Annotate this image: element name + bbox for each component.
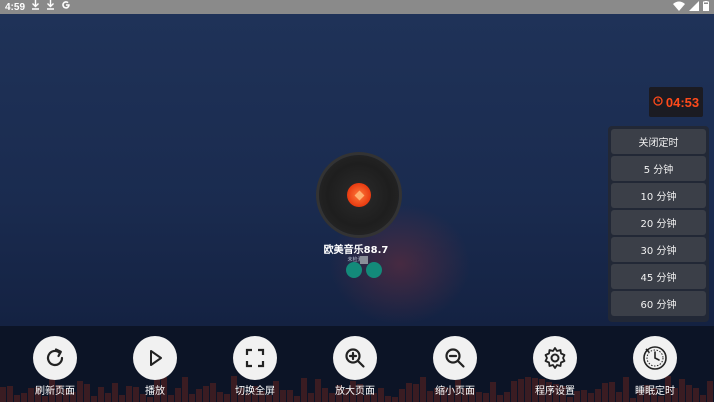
timer-countdown: 04:53 (665, 94, 700, 110)
signal-icon (689, 0, 699, 14)
equalizer-bar (595, 389, 601, 402)
download-icon (31, 0, 40, 15)
sleep-option-45[interactable]: 45 分钟 (611, 264, 706, 289)
fullscreen-icon (233, 336, 277, 380)
equalizer-bar (301, 378, 307, 402)
sleep-option-10[interactable]: 10 分钟 (611, 183, 706, 208)
equalizer-bar (196, 389, 202, 402)
status-bar: 4:59 (0, 0, 714, 14)
zoom-out-label: 缩小页面 (435, 386, 475, 397)
zoom-out-button[interactable]: 缩小页面 (420, 336, 490, 400)
equalizer-bar (210, 383, 216, 402)
badge-dot (346, 262, 362, 278)
equalizer-bar (693, 388, 699, 402)
equalizer-bar (602, 383, 608, 402)
equalizer-bar (700, 395, 706, 402)
station-badge (346, 256, 382, 278)
equalizer-bar (511, 381, 517, 402)
sleep-timer-label: 睡眠定时 (635, 386, 675, 397)
vinyl-disc-icon[interactable] (319, 155, 399, 235)
wifi-icon (673, 1, 685, 14)
sleep-timer-display: 04:53 (649, 87, 703, 117)
station-name: 欧美音乐88.7 (323, 245, 389, 256)
equalizer-bar (308, 393, 314, 402)
equalizer-bar (406, 383, 412, 402)
zoom-out-icon (433, 336, 477, 380)
badge-square (360, 256, 368, 264)
bottom-control-bar: 刷新页面 播放 切换全屏 放大页面 缩小页面 程序设置 睡眠定时 (0, 326, 714, 402)
equalizer-bar (707, 381, 713, 402)
equalizer-bar (0, 387, 6, 402)
equalizer-bar (609, 382, 615, 402)
equalizer-bar (392, 397, 398, 402)
zoom-in-button[interactable]: 放大页面 (320, 336, 390, 400)
play-button[interactable]: 播放 (120, 336, 190, 400)
sleep-option-5[interactable]: 5 分钟 (611, 156, 706, 181)
equalizer-bar (7, 386, 13, 402)
equalizer-bar (91, 396, 97, 402)
equalizer-bar (112, 383, 118, 402)
disc-label (347, 183, 371, 207)
equalizer-bar (399, 389, 405, 402)
play-label: 播放 (145, 386, 165, 397)
zoom-in-icon (333, 336, 377, 380)
settings-button[interactable]: 程序设置 (520, 336, 590, 400)
refresh-page-button[interactable]: 刷新页面 (20, 336, 90, 400)
sleep-timer-menu: 关闭定时 5 分钟 10 分钟 20 分钟 30 分钟 45 分钟 60 分钟 (608, 126, 709, 322)
fullscreen-label: 切换全屏 (235, 386, 275, 397)
refresh-icon (33, 336, 77, 380)
equalizer-bar (413, 384, 419, 402)
zoom-in-label: 放大页面 (335, 386, 375, 397)
sleep-timer-icon (633, 336, 677, 380)
equalizer-bar (504, 392, 510, 402)
badge-dot (366, 262, 382, 278)
sleep-option-60[interactable]: 60 分钟 (611, 291, 706, 316)
sleep-option-20[interactable]: 20 分钟 (611, 210, 706, 235)
equalizer-bar (98, 387, 104, 402)
google-icon (61, 0, 71, 15)
battery-icon (703, 0, 709, 14)
sleep-option-30[interactable]: 30 分钟 (611, 237, 706, 262)
status-time: 4:59 (5, 1, 26, 13)
sleep-timer-button[interactable]: 睡眠定时 (620, 336, 690, 400)
fullscreen-button[interactable]: 切换全屏 (220, 336, 290, 400)
settings-label: 程序设置 (535, 386, 575, 397)
equalizer-bar (203, 386, 209, 402)
download-icon (46, 0, 55, 15)
equalizer-bar (490, 382, 496, 402)
equalizer-bar (294, 396, 300, 402)
clock-icon (653, 95, 663, 109)
equalizer-bar (497, 395, 503, 402)
play-icon (133, 336, 177, 380)
sleep-option-off[interactable]: 关闭定时 (611, 129, 706, 154)
refresh-page-label: 刷新页面 (35, 386, 75, 397)
equalizer-bar (105, 393, 111, 402)
gear-icon (533, 336, 577, 380)
